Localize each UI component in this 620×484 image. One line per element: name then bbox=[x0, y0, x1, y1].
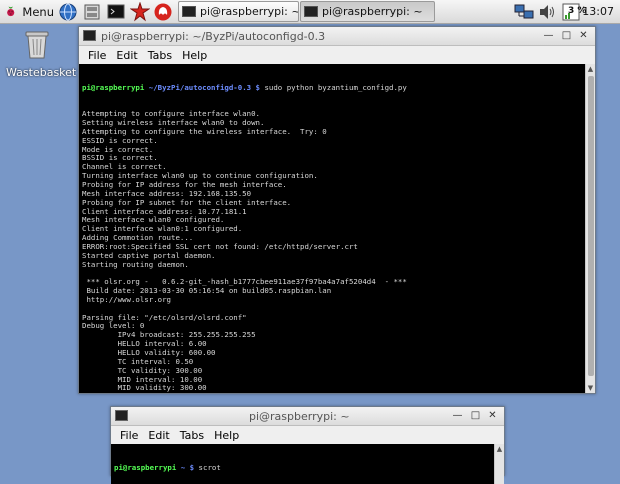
maximize-button[interactable]: □ bbox=[560, 30, 573, 42]
window-titlebar[interactable]: pi@raspberrypi: ~/ByzPi/autoconfigd-0.3 … bbox=[79, 27, 595, 46]
command-text: sudo python byzantium_configd.py bbox=[260, 82, 407, 92]
menu-help[interactable]: Help bbox=[182, 49, 207, 62]
clock[interactable]: 13:07 bbox=[582, 5, 614, 18]
network-icon[interactable] bbox=[514, 3, 534, 21]
vertical-scrollbar[interactable]: ▲ bbox=[494, 444, 504, 484]
maximize-button[interactable]: □ bbox=[469, 410, 482, 422]
terminal-icon bbox=[182, 6, 196, 17]
menu-button[interactable]: Menu bbox=[2, 1, 54, 22]
window-menubar: File Edit Tabs Help bbox=[79, 46, 595, 64]
output-line: ESSID is correct. bbox=[82, 135, 158, 145]
menu-edit[interactable]: Edit bbox=[148, 429, 169, 442]
wastebasket-icon[interactable]: Wastebasket bbox=[6, 26, 77, 79]
prompt-user: pi@raspberrypi bbox=[114, 462, 177, 472]
scroll-thumb[interactable] bbox=[588, 76, 594, 376]
terminal-icon bbox=[115, 410, 128, 421]
file-manager-icon[interactable] bbox=[82, 2, 102, 22]
menu-file[interactable]: File bbox=[120, 429, 138, 442]
scroll-up-icon[interactable]: ▲ bbox=[586, 65, 595, 73]
window-title: pi@raspberrypi: ~ bbox=[249, 410, 350, 423]
menu-label: Menu bbox=[22, 4, 54, 19]
vertical-scrollbar[interactable]: ▲ ▼ bbox=[585, 64, 595, 393]
scroll-up-icon[interactable]: ▲ bbox=[495, 445, 504, 453]
wastebasket-label: Wastebasket bbox=[6, 66, 77, 79]
scroll-down-icon[interactable]: ▼ bbox=[586, 384, 595, 392]
prompt-path: ~ $ bbox=[180, 462, 195, 472]
window-menubar: File Edit Tabs Help bbox=[111, 426, 504, 444]
prompt-user: pi@raspberrypi bbox=[82, 82, 145, 92]
minimize-button[interactable]: — bbox=[451, 410, 464, 422]
command-text: scrot bbox=[194, 462, 221, 472]
task-window-1[interactable]: pi@raspberrypi: ~/By... bbox=[178, 1, 299, 22]
top-panel: Menu pi@raspberrypi: ~/By... pi@raspberr… bbox=[0, 0, 620, 24]
terminal-icon[interactable] bbox=[106, 2, 126, 22]
window-title: pi@raspberrypi: ~/ByzPi/autoconfigd-0.3 bbox=[101, 30, 326, 43]
prompt-path: ~/ByzPi/autoconfigd-0.3 $ bbox=[148, 82, 260, 92]
raspberry-pi-icon bbox=[7, 6, 15, 17]
prompt-line: pi@raspberrypi ~/ByzPi/autoconfigd-0.3 $… bbox=[82, 82, 585, 93]
terminal-icon bbox=[83, 30, 96, 41]
menu-tabs[interactable]: Tabs bbox=[148, 49, 172, 62]
task-label: pi@raspberrypi: ~/By... bbox=[200, 5, 298, 18]
menu-edit[interactable]: Edit bbox=[116, 49, 137, 62]
output-line: Starting routing daemon. bbox=[82, 259, 189, 269]
wolfram-icon[interactable] bbox=[153, 2, 173, 22]
terminal-window-home[interactable]: pi@raspberrypi: ~ — □ ✕ File Edit Tabs H… bbox=[110, 406, 505, 484]
menu-help[interactable]: Help bbox=[214, 429, 239, 442]
web-browser-icon[interactable] bbox=[58, 2, 78, 22]
menu-tabs[interactable]: Tabs bbox=[180, 429, 204, 442]
volume-icon[interactable] bbox=[538, 3, 556, 21]
terminal-icon bbox=[304, 6, 318, 17]
task-label: pi@raspberrypi: ~ bbox=[322, 5, 423, 18]
menu-file[interactable]: File bbox=[88, 49, 106, 62]
terminal-window-byzpi[interactable]: pi@raspberrypi: ~/ByzPi/autoconfigd-0.3 … bbox=[78, 26, 596, 394]
task-window-2[interactable]: pi@raspberrypi: ~ bbox=[300, 1, 435, 22]
terminal-output[interactable]: pi@raspberrypi ~ $ scrot bbox=[111, 444, 494, 484]
prompt-line: pi@raspberrypi ~ $ scrot bbox=[114, 462, 494, 473]
trash-can-icon bbox=[25, 31, 49, 59]
close-button[interactable]: ✕ bbox=[486, 410, 499, 422]
output-line: http://www.olsr.org bbox=[82, 294, 171, 304]
close-button[interactable]: ✕ bbox=[577, 30, 590, 42]
terminal-output[interactable]: pi@raspberrypi ~/ByzPi/autoconfigd-0.3 $… bbox=[79, 64, 585, 393]
mathematica-icon[interactable] bbox=[130, 2, 150, 22]
minimize-button[interactable]: — bbox=[542, 30, 555, 42]
output-line: Parsing file: "/etc/olsrd/olsrd.conf" bbox=[82, 312, 247, 322]
window-titlebar[interactable]: pi@raspberrypi: ~ — □ ✕ bbox=[111, 407, 504, 426]
